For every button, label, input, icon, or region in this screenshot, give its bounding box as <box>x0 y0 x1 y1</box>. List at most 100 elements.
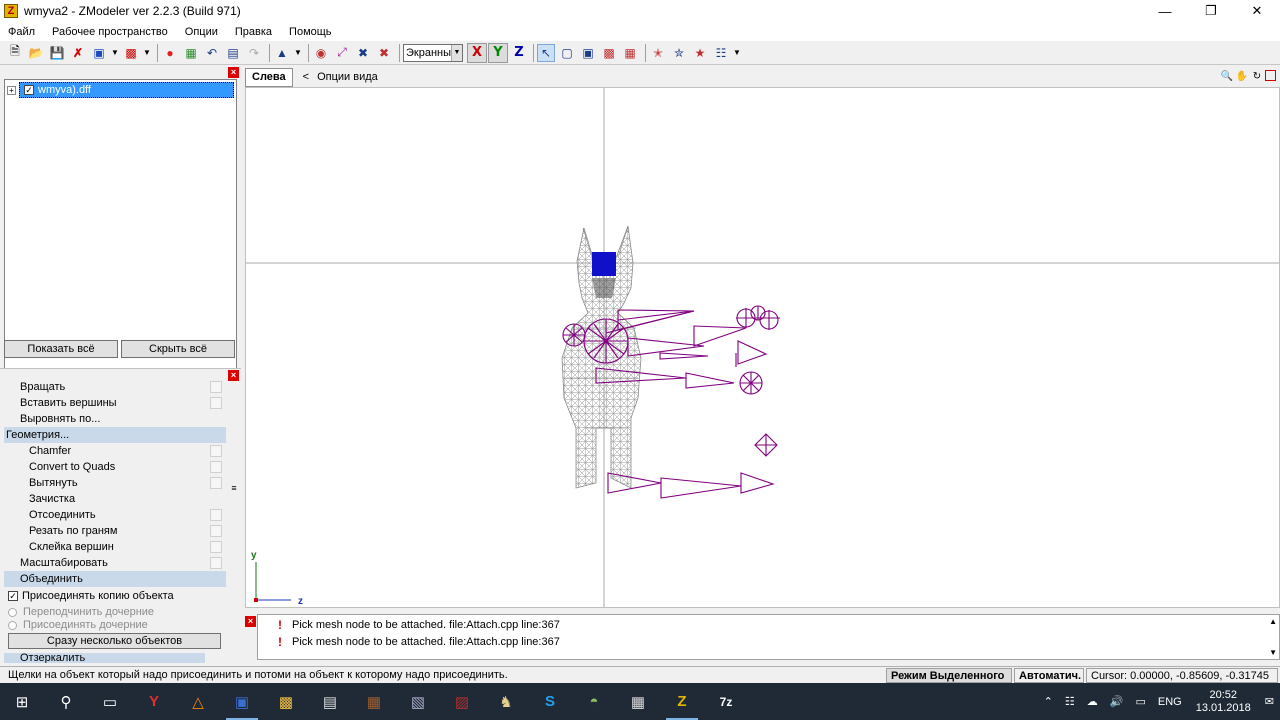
commands-scrollbar[interactable]: ≡ <box>229 383 239 663</box>
cmd-option-box[interactable] <box>210 445 222 457</box>
tree-row-root[interactable]: + ✓ wmyva).dff <box>7 82 234 98</box>
export-icon[interactable]: ▩ <box>122 44 140 62</box>
axis-z-toggle[interactable]: Z <box>509 43 529 63</box>
export-dropdown-icon[interactable]: ▼ <box>143 48 151 57</box>
select-group-icon[interactable]: ▦ <box>621 44 639 62</box>
cmd-option-box[interactable] <box>210 525 222 537</box>
menu-edit[interactable]: Правка <box>235 26 272 38</box>
table-app-icon[interactable]: ▦ <box>616 683 660 720</box>
language-indicator[interactable]: ENG <box>1158 696 1182 708</box>
maximize-button[interactable]: ❐ <box>1188 0 1234 22</box>
minimize-button[interactable]: — <box>1142 0 1188 22</box>
light-icon[interactable]: ▲ <box>273 44 291 62</box>
network-icon[interactable]: ☷ <box>1065 695 1075 708</box>
view-options[interactable]: < Опции вида <box>303 71 378 83</box>
select-object-icon[interactable]: ▩ <box>600 44 618 62</box>
scroll-down-icon[interactable]: ▼ <box>1269 648 1277 657</box>
redo-icon[interactable]: ↷ <box>245 44 263 62</box>
zmodeler-app-icon[interactable]: Z <box>4 4 18 18</box>
display-settings-icon[interactable]: ▧ <box>396 683 440 720</box>
close-button[interactable]: ✕ <box>1234 0 1280 22</box>
option-attach-children[interactable]: Присоединять дочерние <box>8 619 148 631</box>
document-icon[interactable]: ▤ <box>224 44 242 62</box>
attach-children-radio[interactable] <box>8 620 17 630</box>
pan-hand-icon[interactable]: ✋ <box>1235 69 1249 83</box>
attach-copy-checkbox[interactable]: ✓ <box>8 591 18 601</box>
close-icon[interactable]: × <box>245 616 256 627</box>
expand-icon[interactable]: + <box>7 85 16 95</box>
notifications-icon[interactable]: ✉ <box>1265 695 1274 708</box>
save-icon[interactable]: 💾 <box>48 44 66 62</box>
cmd-option-box[interactable] <box>210 541 222 553</box>
cmd-scale[interactable]: Масштабировать <box>4 555 226 571</box>
bone-link-icon[interactable]: ✭ <box>649 44 667 62</box>
clock[interactable]: 20:52 13.01.2018 <box>1196 689 1251 715</box>
windows-start-icon[interactable]: ⊞ <box>0 683 44 720</box>
viewport-canvas[interactable]: y z <box>246 88 1280 608</box>
image-viewer-icon[interactable]: ◓ <box>572 683 616 720</box>
axis-y-toggle[interactable]: Y <box>488 42 508 63</box>
option-reparent-children[interactable]: Переподчинить дочерние <box>8 606 154 618</box>
record-icon[interactable]: ● <box>161 44 179 62</box>
yandex-browser-icon[interactable]: Y <box>132 683 176 720</box>
pivot-axis-icon[interactable]: ✖ <box>375 44 393 62</box>
game-app-icon[interactable]: ▦ <box>352 683 396 720</box>
select-face-icon[interactable]: ▣ <box>579 44 597 62</box>
axis-x-toggle[interactable]: X <box>467 42 487 63</box>
cmd-rotate[interactable]: Вращать <box>4 379 226 395</box>
cmd-mirror-header[interactable]: Отзеркалить <box>4 653 205 663</box>
cmd-option-box[interactable] <box>210 557 222 569</box>
new-file-icon[interactable]: 🗎 <box>6 44 24 62</box>
menu-help[interactable]: Помощь <box>289 26 332 38</box>
cmd-cut-edges[interactable]: Резать по граням <box>4 523 226 539</box>
cmd-option-box[interactable] <box>210 381 222 393</box>
cmd-chamfer[interactable]: Chamfer <box>4 443 226 459</box>
volume-icon[interactable]: 🔊 <box>1110 695 1124 708</box>
cmd-extrude[interactable]: Вытянуть <box>4 475 226 491</box>
save-app-icon[interactable]: ▣ <box>220 683 264 720</box>
axis-gizmo-icon[interactable]: ⤢ <box>333 44 351 62</box>
cmd-option-box[interactable] <box>210 477 222 489</box>
select-vertex-icon[interactable]: ↖ <box>537 43 555 62</box>
pivot-marker[interactable] <box>592 252 616 276</box>
notepad-icon[interactable]: ▤ <box>308 683 352 720</box>
scroll-up-icon[interactable]: ▲ <box>1269 617 1277 626</box>
avast-icon[interactable]: △ <box>176 683 220 720</box>
view-mode-select[interactable]: Экранны ▼ <box>403 43 463 62</box>
import-icon[interactable]: ▣ <box>90 44 108 62</box>
cmd-cleanup[interactable]: Зачистка <box>4 491 226 507</box>
multiple-objects-button[interactable]: Сразу несколько объектов <box>8 633 221 649</box>
tree-item-checkbox[interactable]: ✓ <box>24 85 34 95</box>
chevron-up-icon[interactable]: ⌃ <box>1044 695 1053 708</box>
maximize-view-icon[interactable] <box>1265 70 1276 81</box>
close-icon[interactable]: × <box>228 370 239 381</box>
menu-workspace[interactable]: Рабочее пространство <box>52 26 168 38</box>
cmd-convert-to-quads[interactable]: Convert to Quads <box>4 459 226 475</box>
rotate-view-icon[interactable]: ↻ <box>1250 69 1264 83</box>
cmd-option-box[interactable] <box>210 461 222 473</box>
cmd-geometry-header[interactable]: Геометрия... <box>4 427 226 443</box>
material-icon[interactable]: ◉ <box>312 44 330 62</box>
cmd-weld-vertices[interactable]: Склейка вершин <box>4 539 226 555</box>
hide-all-button[interactable]: Скрыть всё <box>121 340 235 358</box>
mirror-axis-icon[interactable]: ✖ <box>354 44 372 62</box>
scroll-grip-icon[interactable]: ≡ <box>229 483 239 493</box>
hierarchy-icon[interactable]: ☷ <box>712 44 730 62</box>
viewport-tab-left[interactable]: Слева <box>245 67 293 87</box>
cmd-insert-vertices[interactable]: Вставить вершины <box>4 395 226 411</box>
cmd-option-box[interactable] <box>210 397 222 409</box>
cloud-icon[interactable]: ☁ <box>1087 695 1098 708</box>
zmodeler-taskbar-icon[interactable]: Z <box>660 683 704 720</box>
tree-item-selected[interactable]: ✓ wmyva).dff <box>19 82 234 98</box>
reparent-radio[interactable] <box>8 607 17 617</box>
winrar-icon[interactable]: ▨ <box>440 683 484 720</box>
chess-icon[interactable]: ♞ <box>484 683 528 720</box>
search-icon[interactable]: ⚲ <box>44 683 88 720</box>
open-folder-icon[interactable]: 📂 <box>27 44 45 62</box>
menu-options[interactable]: Опции <box>185 26 218 38</box>
bone-move-icon[interactable]: ✮ <box>670 44 688 62</box>
option-attach-copy[interactable]: ✓ Присоединять копию объекта <box>8 590 174 602</box>
menu-file[interactable]: Файл <box>8 26 35 38</box>
selection-mode-indicator[interactable]: Режим Выделенного <box>886 668 1012 683</box>
show-all-button[interactable]: Показать всё <box>4 340 118 358</box>
